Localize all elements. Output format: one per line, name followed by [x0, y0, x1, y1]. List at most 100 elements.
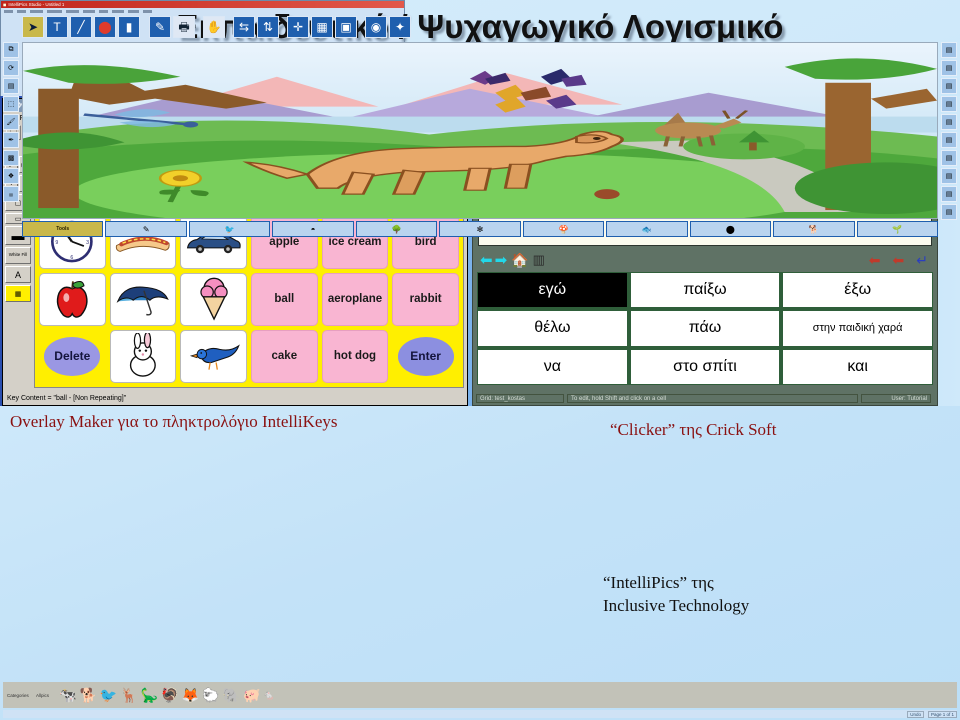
library-icon[interactable]: ▤ [3, 78, 19, 94]
clicker-cell[interactable]: να [477, 348, 628, 385]
palette-dinosaur-icon[interactable]: 🦕 [141, 688, 158, 702]
clicker-word-grid[interactable]: εγώ παίξω έξω θέλω πάω στην παιδική χαρά… [477, 272, 933, 385]
intellipics-animal-palette[interactable]: Categories Allpics 🐄 🐕 🐦 🦌 🦕 🦃 🦊 🐑 🐘 🐖 🐁 [3, 682, 957, 708]
overlay-cell-apple[interactable] [39, 272, 106, 326]
nest-icon[interactable]: ◓ [272, 221, 354, 237]
back-arrow-icon[interactable]: ⬅ [480, 251, 493, 269]
palette-pig-icon[interactable]: 🐖 [243, 688, 260, 702]
hand-tool-icon[interactable]: ✋ [203, 16, 225, 38]
grid-tool-icon[interactable]: ▦ [311, 16, 333, 38]
grid-tool-icon[interactable]: ▦ [5, 285, 31, 302]
clicker-cell[interactable]: και [782, 348, 933, 385]
home-icon[interactable]: 🏠 [511, 252, 528, 269]
text-tool-icon[interactable]: T [46, 16, 68, 38]
intellipics-left-toolbar[interactable]: ⧉ ⟳ ▤ ⬚ 🖌 ✒ ▩ ❖ ▤ [3, 42, 19, 202]
palette-elephant-icon[interactable]: 🐘 [223, 688, 240, 702]
palette-category-label[interactable]: Categories [7, 693, 33, 698]
copy-icon[interactable]: ⧉ [3, 42, 19, 58]
flip-vertical-tool-icon[interactable]: ⇅ [257, 16, 279, 38]
palette-allpics-label[interactable]: Allpics [36, 693, 56, 698]
paint-icon[interactable]: 🖌 [3, 114, 19, 130]
overlay-cell-delete[interactable]: Delete [39, 329, 106, 383]
palette-bird-icon[interactable]: 🦃 [161, 688, 178, 702]
rotate-icon[interactable]: ⟳ [3, 60, 19, 76]
ball-icon[interactable]: ⬤ [689, 221, 772, 237]
delete-key-label[interactable]: Delete [44, 337, 101, 376]
backspace-icon[interactable]: ⬅ [869, 252, 881, 269]
scene-5-icon[interactable]: ▤ [941, 114, 957, 130]
butterfly-icon[interactable]: ✻ [439, 221, 521, 237]
grid-icon[interactable]: ▥ [533, 252, 545, 268]
overlay-key-label[interactable]: aeroplane [321, 272, 389, 326]
enter-key-label[interactable]: Enter [397, 337, 454, 376]
overlay-cell-enter[interactable]: Enter [392, 329, 459, 383]
ellipse-tool-icon[interactable]: ⬤ [94, 16, 116, 38]
effects-tool-icon[interactable]: ✦ [389, 16, 411, 38]
scene-4-icon[interactable]: ▤ [941, 96, 957, 112]
forward-arrow-icon[interactable]: ➡ [495, 251, 508, 269]
scene-7-icon[interactable]: ▤ [941, 150, 957, 166]
scene-3-icon[interactable]: ▤ [941, 78, 957, 94]
overlay-cell-rabbit[interactable] [109, 329, 177, 383]
brush-icon[interactable]: ✒ [3, 132, 19, 148]
palette-crow-icon[interactable]: 🐦 [100, 688, 117, 702]
palette-mouse-icon[interactable]: 🐁 [263, 690, 274, 700]
overlay-cell-bird[interactable] [180, 329, 247, 383]
tools-button[interactable]: Tools [22, 221, 104, 237]
clicker-cell[interactable]: εγώ [477, 272, 628, 309]
palette-deer-icon[interactable]: 🦌 [120, 688, 137, 702]
white-fill-tool-icon[interactable]: White Fill [5, 247, 31, 264]
clicker-cell[interactable]: θέλω [477, 310, 628, 347]
line-tool-icon[interactable]: ╱ [70, 16, 92, 38]
eraser-tool-icon[interactable]: ✎ [149, 16, 171, 38]
fish-icon[interactable]: 🐟 [606, 221, 688, 237]
palette-dog-icon[interactable]: 🐕 [79, 688, 96, 702]
mushroom-icon[interactable]: 🍄 [522, 221, 605, 237]
clicker-cell[interactable]: πάω [629, 310, 781, 347]
scene-2-icon[interactable]: ▤ [941, 60, 957, 76]
overlay-cell-icecream[interactable] [180, 272, 247, 326]
clicker-navigation-bar[interactable]: ⬅ ➡ 🏠 ▥ ⬅ ⬅ ↵ [476, 249, 934, 271]
scene-10-icon[interactable]: ▤ [941, 204, 957, 220]
clicker-cell[interactable]: έξω [782, 272, 933, 309]
scene-6-icon[interactable]: ▤ [941, 132, 957, 148]
pencil-icon[interactable]: ✎ [105, 221, 187, 237]
intellipics-canvas[interactable] [22, 42, 938, 219]
scene-1-icon[interactable]: ▤ [941, 42, 957, 58]
overlay-key-label[interactable]: hot dog [321, 329, 389, 383]
return-icon[interactable]: ↵ [916, 252, 928, 269]
palette-fox-icon[interactable]: 🦊 [182, 688, 199, 702]
bird-icon[interactable]: 🐦 [188, 221, 271, 237]
record-tool-icon[interactable]: ◉ [365, 16, 387, 38]
intellipics-right-toolbar[interactable]: ▤ ▤ ▤ ▤ ▤ ▤ ▤ ▤ ▤ ▤ [941, 42, 957, 220]
delete-word-icon[interactable]: ⬅ [893, 252, 905, 269]
palette-cow-icon[interactable]: 🐄 [59, 688, 76, 702]
rect-tool-icon[interactable]: ▮ [118, 16, 140, 38]
colors-icon[interactable]: ▩ [3, 150, 19, 166]
intellipics-bottom-toolbar[interactable]: Tools ✎ 🐦 ◓ 🌳 ✻ 🍄 🐟 ⬤ 🐕 🌱 [22, 221, 938, 237]
pointer-tool-icon[interactable]: ➤ [22, 16, 44, 38]
palette-sheep-icon[interactable]: 🐑 [202, 688, 219, 702]
more-icon[interactable]: ▤ [3, 186, 19, 202]
overlay-key-label[interactable]: ball [250, 272, 318, 326]
print-tool-icon[interactable]: 🖶 [173, 16, 195, 38]
clicker-cell[interactable]: παίξω [629, 272, 781, 309]
stamp-icon[interactable]: ❖ [3, 168, 19, 184]
clicker-cell[interactable]: στο σπίτι [629, 348, 781, 385]
crop-icon[interactable]: ⬚ [3, 96, 19, 112]
move-tool-icon[interactable]: ✛ [287, 16, 309, 38]
flip-horizontal-tool-icon[interactable]: ⇆ [233, 16, 255, 38]
scene-8-icon[interactable]: ▤ [941, 168, 957, 184]
clicker-statusbar: Grid: test_kostas To edit, hold Shift an… [476, 393, 934, 403]
overlay-key-label[interactable]: cake [250, 329, 318, 383]
scene-9-icon[interactable]: ▤ [941, 186, 957, 202]
intellipics-toolbar[interactable]: ➤ T ╱ ⬤ ▮ ✎ 🖶 ✋ ⇆ ⇅ ✛ ▦ ▣ ◉ ✦ [22, 16, 956, 38]
overlay-cell-umbrella[interactable] [109, 272, 177, 326]
frame-tool-icon[interactable]: ▣ [335, 16, 357, 38]
dog-icon[interactable]: 🐕 [773, 221, 855, 237]
overlay-key-label[interactable]: rabbit [392, 272, 459, 326]
plant-icon[interactable]: 🌱 [856, 221, 938, 237]
tree-icon[interactable]: 🌳 [355, 221, 438, 237]
letter-tool-icon[interactable]: A [5, 266, 31, 283]
clicker-cell[interactable]: στην παιδική χαρά [782, 310, 933, 347]
